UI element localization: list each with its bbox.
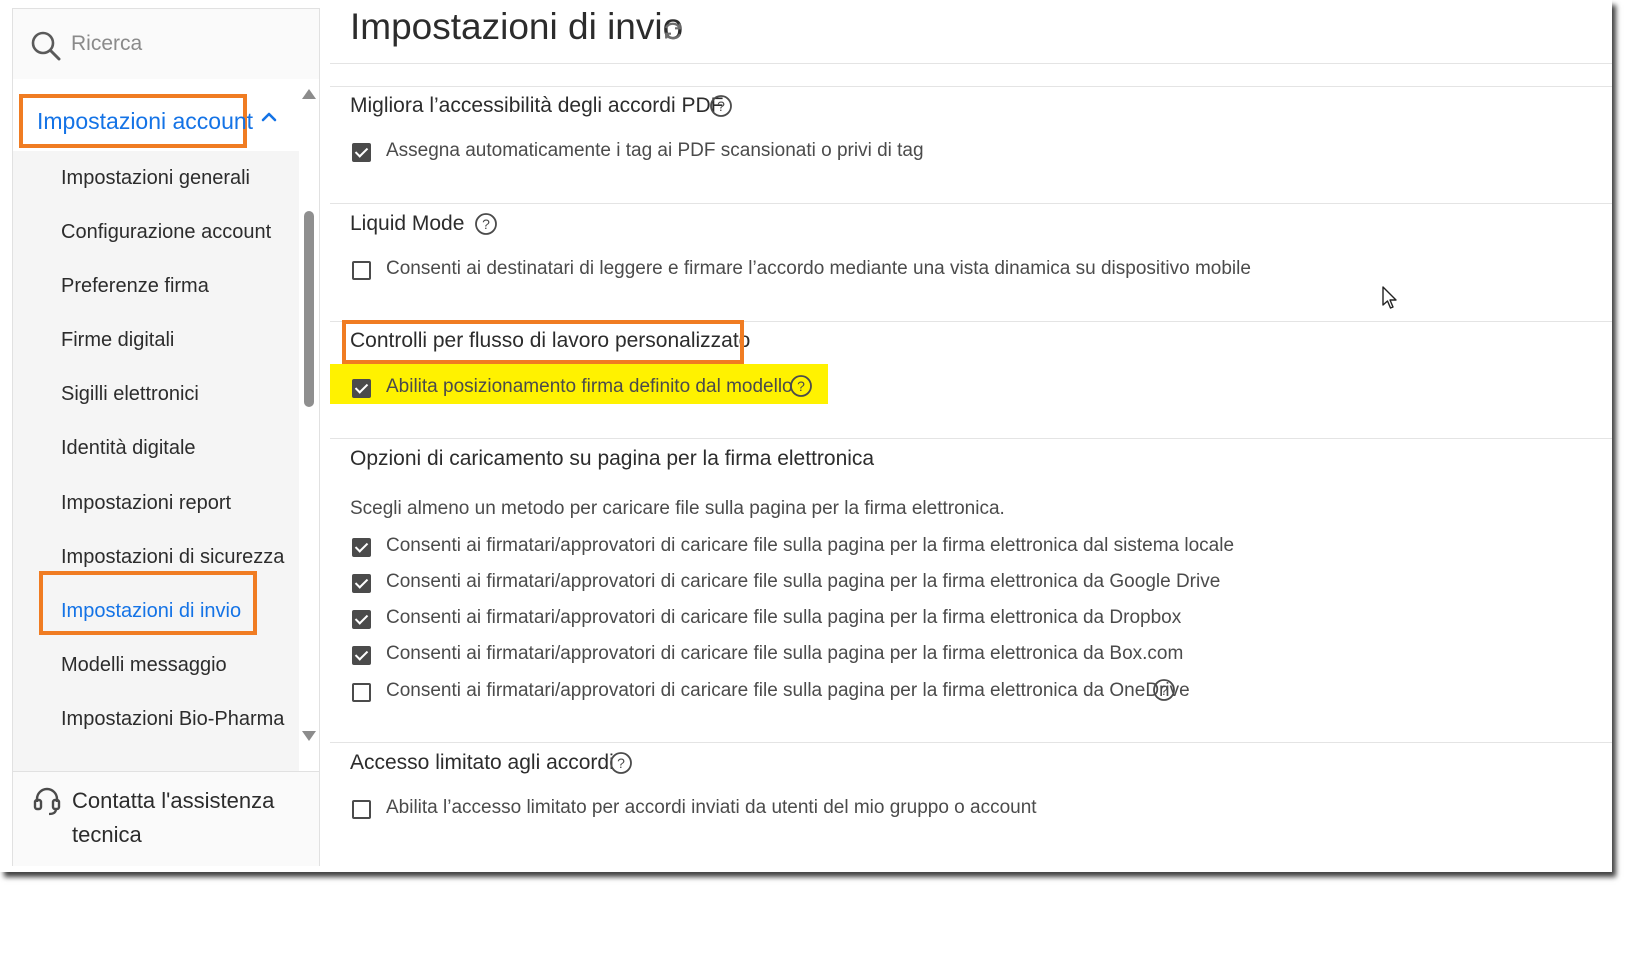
search-bar bbox=[13, 9, 319, 80]
svg-text:?: ? bbox=[797, 378, 805, 394]
sidebar-subitems: Impostazioni generali Configurazione acc… bbox=[13, 151, 299, 771]
divider bbox=[330, 63, 1612, 64]
sidebar: Impostazioni account Impostazioni genera… bbox=[12, 8, 320, 866]
checkbox-checked[interactable] bbox=[352, 143, 371, 162]
section-title-liquid-mode: Liquid Mode bbox=[350, 212, 465, 235]
sidebar-section-account-settings[interactable]: Impostazioni account bbox=[19, 94, 253, 148]
refresh-icon[interactable] bbox=[662, 20, 684, 42]
section-title-pdf-accessibility: Migliora l’accessibilità degli accordi P… bbox=[350, 94, 724, 117]
svg-text:?: ? bbox=[617, 755, 625, 771]
svg-text:?: ? bbox=[717, 98, 725, 114]
mouse-cursor-icon bbox=[1382, 286, 1397, 309]
help-icon[interactable]: ? bbox=[609, 751, 633, 775]
sidebar-item-digital-identity[interactable]: Identità digitale bbox=[61, 437, 196, 460]
sidebar-item-signature-preferences[interactable]: Preferenze firma bbox=[61, 275, 209, 298]
checkbox-unchecked[interactable] bbox=[352, 261, 371, 280]
checkbox-label: Consenti ai destinatari di leggere e fir… bbox=[386, 258, 1251, 279]
checkbox-label: Abilita posizionamento firma definito da… bbox=[386, 376, 793, 397]
sidebar-item-account-setup[interactable]: Configurazione account bbox=[61, 221, 271, 244]
divider bbox=[330, 438, 1612, 439]
sidebar-item-send-settings[interactable]: Impostazioni di invio bbox=[61, 600, 241, 623]
help-icon[interactable]: ? bbox=[789, 374, 813, 398]
sidebar-scrollbar[interactable] bbox=[299, 79, 319, 771]
support-label: Contatta l'assistenza tecnica bbox=[72, 788, 275, 847]
sidebar-item-digital-signatures[interactable]: Firme digitali bbox=[61, 329, 174, 352]
checkbox-checked[interactable] bbox=[352, 610, 371, 629]
checkbox-checked[interactable] bbox=[352, 538, 371, 557]
help-icon[interactable]: ? bbox=[1152, 678, 1176, 702]
sidebar-item-bio-pharma-settings[interactable]: Impostazioni Bio-Pharma bbox=[61, 708, 284, 731]
section-description: Scegli almeno un metodo per caricare fil… bbox=[350, 498, 1005, 519]
checkbox-unchecked[interactable] bbox=[352, 683, 371, 702]
sidebar-nav: Impostazioni account Impostazioni genera… bbox=[13, 79, 319, 771]
chevron-up-icon[interactable] bbox=[261, 109, 277, 125]
section-title-limited-access: Accesso limitato agli accordi bbox=[350, 751, 614, 774]
help-icon[interactable]: ? bbox=[709, 94, 733, 118]
support-link[interactable]: Contatta l'assistenza tecnica bbox=[13, 771, 319, 866]
checkbox-label: Consenti ai firmatari/approvatori di car… bbox=[386, 571, 1221, 592]
sidebar-item-report-settings[interactable]: Impostazioni report bbox=[61, 492, 231, 515]
divider bbox=[330, 203, 1612, 204]
sidebar-item-message-templates[interactable]: Modelli messaggio bbox=[61, 654, 227, 677]
divider bbox=[330, 86, 1612, 87]
headset-icon bbox=[33, 787, 61, 816]
divider bbox=[330, 742, 1612, 743]
nav-list: Impostazioni account Impostazioni genera… bbox=[13, 79, 299, 771]
checkbox-label: Consenti ai firmatari/approvatori di car… bbox=[386, 607, 1182, 628]
checkbox-checked[interactable] bbox=[352, 379, 371, 398]
scroll-thumb[interactable] bbox=[304, 211, 314, 407]
checkbox-label: Consenti ai firmatari/approvatori di car… bbox=[386, 535, 1235, 556]
checkbox-label: Assegna automaticamente i tag ai PDF sca… bbox=[386, 140, 924, 161]
sidebar-item-general-settings[interactable]: Impostazioni generali bbox=[61, 167, 250, 190]
svg-text:?: ? bbox=[482, 216, 490, 232]
svg-text:?: ? bbox=[1160, 682, 1168, 698]
checkbox-label: Abilita l’accesso limitato per accordi i… bbox=[386, 797, 1037, 818]
checkbox-checked[interactable] bbox=[352, 574, 371, 593]
divider bbox=[330, 321, 1612, 322]
sidebar-item-electronic-seals[interactable]: Sigilli elettronici bbox=[61, 383, 199, 406]
main-content: Impostazioni di invio Migliora l’accessi… bbox=[330, 0, 1612, 872]
checkbox-label: Consenti ai firmatari/approvatori di car… bbox=[386, 643, 1184, 664]
page-title: Impostazioni di invio bbox=[350, 6, 684, 47]
checkbox-checked[interactable] bbox=[352, 646, 371, 665]
checkbox-unchecked[interactable] bbox=[352, 800, 371, 819]
section-title-upload-options: Opzioni di caricamento su pagina per la … bbox=[350, 447, 875, 470]
checkbox-label: Consenti ai firmatari/approvatori di car… bbox=[386, 680, 1190, 701]
app-window: Impostazioni account Impostazioni genera… bbox=[0, 0, 1612, 872]
help-icon[interactable]: ? bbox=[474, 212, 498, 236]
search-icon bbox=[31, 31, 61, 61]
section-title-custom-workflow: Controlli per flusso di lavoro personali… bbox=[350, 329, 751, 352]
scroll-up-arrow-icon[interactable] bbox=[302, 89, 316, 99]
scroll-down-arrow-icon[interactable] bbox=[302, 731, 316, 741]
search-input[interactable] bbox=[71, 27, 301, 61]
sidebar-item-security-settings[interactable]: Impostazioni di sicurezza bbox=[61, 546, 284, 569]
sidebar-section-label: Impostazioni account bbox=[37, 108, 254, 134]
